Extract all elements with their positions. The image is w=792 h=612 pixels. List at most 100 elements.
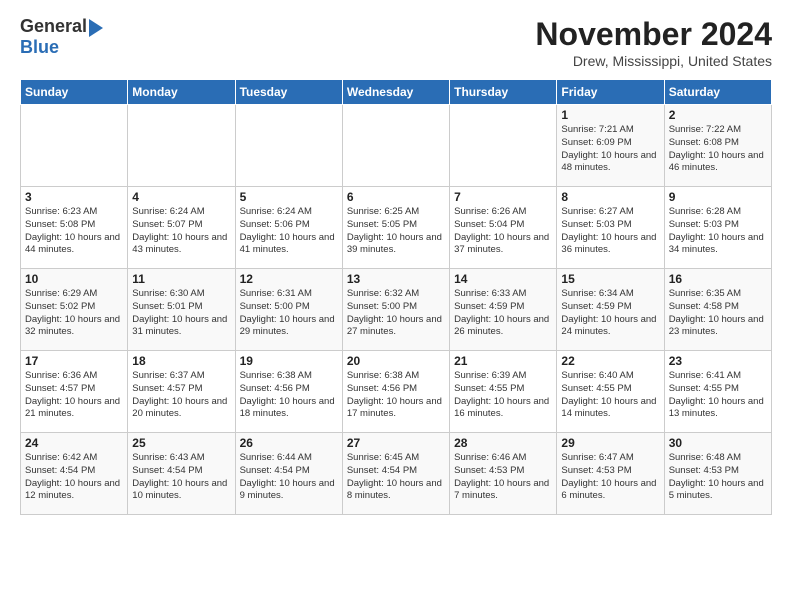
cell-info: Sunrise: 6:24 AM Sunset: 5:07 PM Dayligh… [132, 206, 230, 257]
cell-info: Sunrise: 6:38 AM Sunset: 4:56 PM Dayligh… [347, 370, 445, 421]
cell-info: Sunrise: 6:43 AM Sunset: 4:54 PM Dayligh… [132, 452, 230, 503]
day-number: 1 [561, 108, 659, 122]
weekday-header: Wednesday [342, 80, 449, 105]
day-number: 20 [347, 354, 445, 368]
title-area: November 2024 Drew, Mississippi, United … [535, 16, 772, 69]
cell-info: Sunrise: 6:34 AM Sunset: 4:59 PM Dayligh… [561, 288, 659, 339]
day-number: 29 [561, 436, 659, 450]
calendar-cell: 1 Sunrise: 7:21 AM Sunset: 6:09 PM Daylig… [557, 105, 664, 187]
month-title: November 2024 [535, 16, 772, 53]
day-number: 8 [561, 190, 659, 204]
calendar-cell: 10 Sunrise: 6:29 AM Sunset: 5:02 PM Dayli… [21, 269, 128, 351]
calendar-cell: 20 Sunrise: 6:38 AM Sunset: 4:56 PM Dayli… [342, 351, 449, 433]
header: General Blue November 2024 Drew, Mississ… [20, 16, 772, 69]
day-number: 5 [240, 190, 338, 204]
calendar-week: 1 Sunrise: 7:21 AM Sunset: 6:09 PM Daylig… [21, 105, 772, 187]
cell-info: Sunrise: 6:33 AM Sunset: 4:59 PM Dayligh… [454, 288, 552, 339]
calendar-cell: 27Sunrise: 6:45 AM Sunset: 4:54 PM Dayli… [342, 433, 449, 515]
logo-general-text: General [20, 16, 87, 36]
logo-row: General [20, 16, 103, 37]
day-number: 25 [132, 436, 230, 450]
day-number: 12 [240, 272, 338, 286]
cell-info: Sunrise: 6:35 AM Sunset: 4:58 PM Dayligh… [669, 288, 767, 339]
day-number: 6 [347, 190, 445, 204]
day-number: 7 [454, 190, 552, 204]
calendar-cell: 21 Sunrise: 6:39 AM Sunset: 4:55 PM Dayli… [450, 351, 557, 433]
cell-info: Sunrise: 6:37 AM Sunset: 4:57 PM Dayligh… [132, 370, 230, 421]
location-title: Drew, Mississippi, United States [535, 53, 772, 69]
day-number: 23 [669, 354, 767, 368]
weekday-header: Thursday [450, 80, 557, 105]
logo-blue-text: Blue [20, 37, 59, 57]
logo-icon [89, 19, 103, 37]
calendar-week: 17 Sunrise: 6:36 AM Sunset: 4:57 PM Dayli… [21, 351, 772, 433]
calendar-cell: 14 Sunrise: 6:33 AM Sunset: 4:59 PM Dayli… [450, 269, 557, 351]
day-number: 10 [25, 272, 123, 286]
weekday-header: Saturday [664, 80, 771, 105]
calendar-cell: 24Sunrise: 6:42 AM Sunset: 4:54 PM Dayli… [21, 433, 128, 515]
day-number: 26 [240, 436, 338, 450]
calendar-week: 24Sunrise: 6:42 AM Sunset: 4:54 PM Dayli… [21, 433, 772, 515]
calendar-cell [128, 105, 235, 187]
day-number: 30 [669, 436, 767, 450]
calendar-cell: 9Sunrise: 6:28 AM Sunset: 5:03 PM Daylig… [664, 187, 771, 269]
day-number: 9 [669, 190, 767, 204]
cell-info: Sunrise: 6:30 AM Sunset: 5:01 PM Dayligh… [132, 288, 230, 339]
cell-info: Sunrise: 6:24 AM Sunset: 5:06 PM Dayligh… [240, 206, 338, 257]
calendar-cell: 6 Sunrise: 6:25 AM Sunset: 5:05 PM Daylig… [342, 187, 449, 269]
day-number: 22 [561, 354, 659, 368]
calendar-cell: 30 Sunrise: 6:48 AM Sunset: 4:53 PM Dayli… [664, 433, 771, 515]
calendar-week: 10 Sunrise: 6:29 AM Sunset: 5:02 PM Dayli… [21, 269, 772, 351]
day-number: 21 [454, 354, 552, 368]
day-number: 11 [132, 272, 230, 286]
calendar-cell [235, 105, 342, 187]
calendar-cell: 22 Sunrise: 6:40 AM Sunset: 4:55 PM Dayli… [557, 351, 664, 433]
cell-info: Sunrise: 6:31 AM Sunset: 5:00 PM Dayligh… [240, 288, 338, 339]
calendar-cell: 2 Sunrise: 7:22 AM Sunset: 6:08 PM Daylig… [664, 105, 771, 187]
logo: General Blue [20, 16, 103, 58]
day-number: 15 [561, 272, 659, 286]
day-number: 14 [454, 272, 552, 286]
cell-info: Sunrise: 6:46 AM Sunset: 4:53 PM Dayligh… [454, 452, 552, 503]
calendar-cell: 8Sunrise: 6:27 AM Sunset: 5:03 PM Daylig… [557, 187, 664, 269]
cell-info: Sunrise: 7:21 AM Sunset: 6:09 PM Dayligh… [561, 124, 659, 175]
cell-info: Sunrise: 7:22 AM Sunset: 6:08 PM Dayligh… [669, 124, 767, 175]
calendar-cell: 28Sunrise: 6:46 AM Sunset: 4:53 PM Dayli… [450, 433, 557, 515]
weekday-header: Friday [557, 80, 664, 105]
calendar-cell: 25 Sunrise: 6:43 AM Sunset: 4:54 PM Dayli… [128, 433, 235, 515]
calendar: SundayMondayTuesdayWednesdayThursdayFrid… [20, 79, 772, 515]
calendar-cell: 4 Sunrise: 6:24 AM Sunset: 5:07 PM Daylig… [128, 187, 235, 269]
day-number: 17 [25, 354, 123, 368]
calendar-cell: 12 Sunrise: 6:31 AM Sunset: 5:00 PM Dayli… [235, 269, 342, 351]
calendar-cell [342, 105, 449, 187]
day-number: 18 [132, 354, 230, 368]
calendar-cell: 18 Sunrise: 6:37 AM Sunset: 4:57 PM Dayli… [128, 351, 235, 433]
calendar-cell: 16Sunrise: 6:35 AM Sunset: 4:58 PM Dayli… [664, 269, 771, 351]
calendar-cell [450, 105, 557, 187]
calendar-cell: 29 Sunrise: 6:47 AM Sunset: 4:53 PM Dayli… [557, 433, 664, 515]
calendar-cell: 3 Sunrise: 6:23 AM Sunset: 5:08 PM Daylig… [21, 187, 128, 269]
cell-info: Sunrise: 6:25 AM Sunset: 5:05 PM Dayligh… [347, 206, 445, 257]
calendar-cell: 7Sunrise: 6:26 AM Sunset: 5:04 PM Daylig… [450, 187, 557, 269]
calendar-cell: 13Sunrise: 6:32 AM Sunset: 5:00 PM Dayli… [342, 269, 449, 351]
cell-info: Sunrise: 6:29 AM Sunset: 5:02 PM Dayligh… [25, 288, 123, 339]
calendar-cell: 17 Sunrise: 6:36 AM Sunset: 4:57 PM Dayli… [21, 351, 128, 433]
cell-info: Sunrise: 6:48 AM Sunset: 4:53 PM Dayligh… [669, 452, 767, 503]
cell-info: Sunrise: 6:39 AM Sunset: 4:55 PM Dayligh… [454, 370, 552, 421]
weekday-header: Sunday [21, 80, 128, 105]
calendar-week: 3 Sunrise: 6:23 AM Sunset: 5:08 PM Daylig… [21, 187, 772, 269]
cell-info: Sunrise: 6:40 AM Sunset: 4:55 PM Dayligh… [561, 370, 659, 421]
weekday-header: Monday [128, 80, 235, 105]
day-number: 3 [25, 190, 123, 204]
weekday-header: Tuesday [235, 80, 342, 105]
cell-info: Sunrise: 6:23 AM Sunset: 5:08 PM Dayligh… [25, 206, 123, 257]
day-number: 13 [347, 272, 445, 286]
calendar-cell: 11 Sunrise: 6:30 AM Sunset: 5:01 PM Dayli… [128, 269, 235, 351]
cell-info: Sunrise: 6:47 AM Sunset: 4:53 PM Dayligh… [561, 452, 659, 503]
calendar-cell: 19Sunrise: 6:38 AM Sunset: 4:56 PM Dayli… [235, 351, 342, 433]
day-number: 2 [669, 108, 767, 122]
calendar-cell: 5 Sunrise: 6:24 AM Sunset: 5:06 PM Daylig… [235, 187, 342, 269]
cell-info: Sunrise: 6:36 AM Sunset: 4:57 PM Dayligh… [25, 370, 123, 421]
day-number: 24 [25, 436, 123, 450]
day-number: 4 [132, 190, 230, 204]
